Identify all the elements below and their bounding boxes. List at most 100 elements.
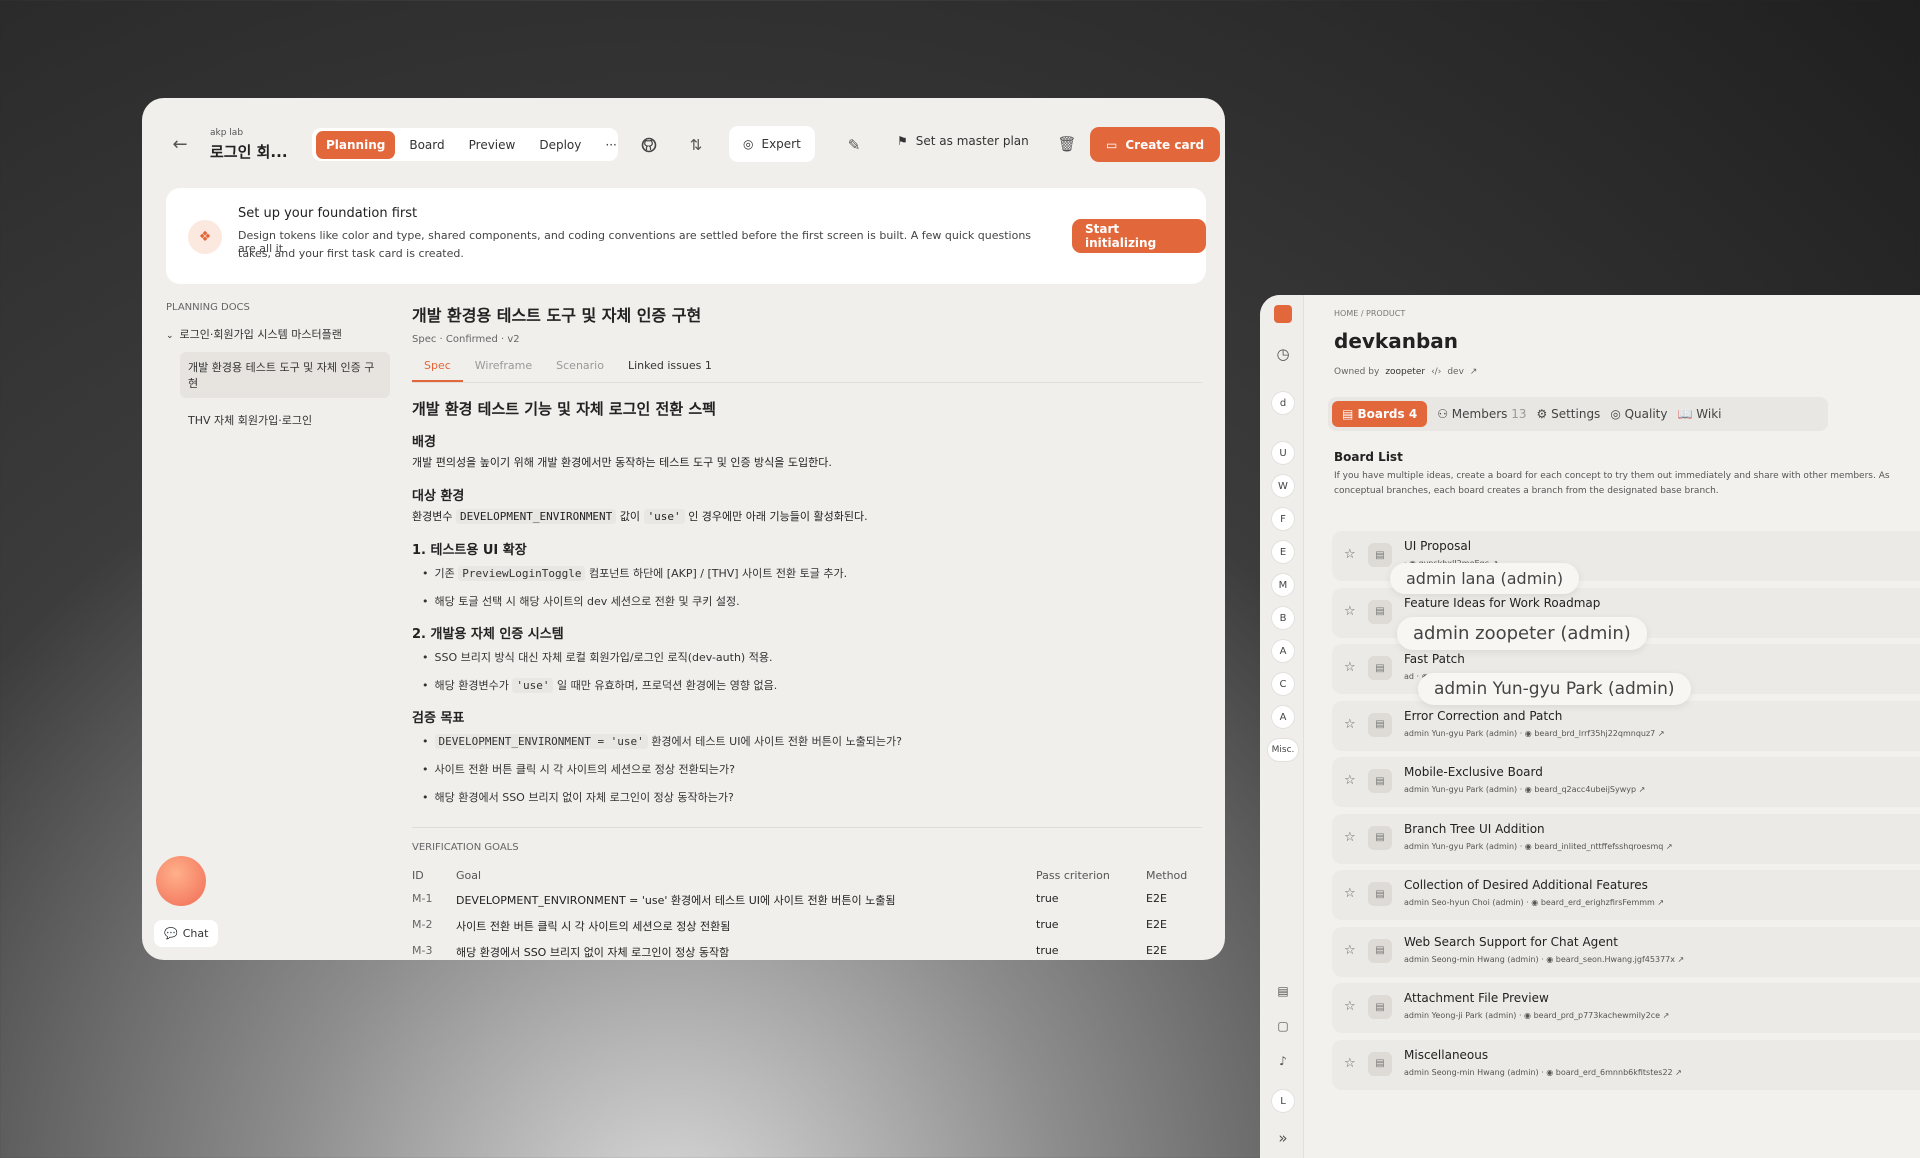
planning-docs-list: PLANNING DOCS ⌄ 로그인·회원가입 시스템 마스터플랜 개발 환경용… — [166, 302, 390, 428]
board-name: UI Proposal — [1404, 539, 1472, 553]
chat-icon: 💬 — [164, 927, 178, 940]
tab-wiki[interactable]: 📖 Wiki — [1678, 407, 1722, 421]
workspace-avatar[interactable]: Misc. — [1268, 739, 1298, 761]
list-item: 기존 PreviewLoginToggle 컴포넌트 하단에 [AKP] / [… — [422, 565, 1202, 581]
board-meta: admin Yeong-ji Park (admin) · ◉ beard_pr… — [1404, 1011, 1670, 1020]
table-row: M-2 사이트 전환 버튼 클릭 시 각 사이트의 세션으로 정상 전환됨 true… — [412, 918, 1167, 933]
inbox-icon[interactable]: ▤ — [1272, 980, 1294, 1002]
list-item: 해당 토글 선택 시 해당 사이트의 dev 세션으로 전환 및 쿠키 설정. — [422, 593, 1202, 609]
doc-parent[interactable]: ⌄ 로그인·회원가입 시스템 마스터플랜 — [166, 326, 386, 342]
workspace-avatar[interactable]: A — [1272, 640, 1294, 662]
star-icon[interactable]: ☆ — [1344, 717, 1356, 732]
trash-icon[interactable]: 🗑 — [1056, 133, 1078, 155]
doc-icon: ▤ — [1368, 825, 1392, 850]
table-row: M-3 해당 환경에서 SSO 브리지 없이 자체 로그인이 정상 동작함 true… — [412, 944, 1167, 959]
tab-members[interactable]: ⚇ Members 13 — [1437, 407, 1526, 421]
banner-text-2: takes, and your first task card is creat… — [238, 247, 464, 260]
table-header: ID Goal Pass criterion Method — [412, 869, 1188, 882]
doc-item-active[interactable]: 개발 환경용 테스트 도구 및 자체 인증 구현 — [180, 352, 390, 398]
owner-line: Owned by zoopeter ‹/› dev ↗ — [1334, 367, 1478, 377]
star-icon[interactable]: ☆ — [1344, 1056, 1356, 1071]
section-background: 배경 — [412, 435, 436, 450]
board-list-desc-2: conceptual branches, each board creates … — [1334, 486, 1719, 496]
workspace-label: akp lab — [210, 128, 244, 138]
star-icon[interactable]: ☆ — [1344, 943, 1356, 958]
start-initializing-button[interactable]: Start initializing — [1072, 219, 1206, 253]
doc-icon: ▤ — [1368, 712, 1392, 737]
board-row[interactable]: ☆ ▤ Mobile-Exclusive Board admin Yun-gyu Pa… — [1332, 757, 1920, 807]
workspace-avatar[interactable]: M — [1272, 574, 1294, 596]
star-icon[interactable]: ☆ — [1344, 547, 1356, 562]
tab-boards[interactable]: ▤ Boards 4 — [1332, 401, 1428, 427]
board-row[interactable]: ☆ ▤ Web Search Support for Chat Agent admin… — [1332, 926, 1920, 977]
message-icon[interactable]: ▢ — [1272, 1015, 1294, 1037]
board-row[interactable]: ☆ ▤ Branch Tree UI Addition admin Yun-gyu P… — [1332, 813, 1920, 864]
doc-icon: ▤ — [1368, 1051, 1392, 1076]
star-icon[interactable]: ☆ — [1344, 773, 1356, 788]
tab-scenario[interactable]: Scenario — [544, 359, 616, 382]
project-title: 로그인 회... — [210, 143, 288, 161]
board-list-desc-1: If you have multiple ideas, create a boa… — [1334, 471, 1890, 481]
star-icon[interactable]: ☆ — [1344, 660, 1356, 675]
more-menu[interactable]: ··· — [595, 131, 626, 159]
star-icon[interactable]: ☆ — [1344, 886, 1356, 901]
github-icon[interactable] — [637, 133, 661, 157]
tab-linked-issues[interactable]: Linked issues 1 — [616, 359, 724, 382]
spec-tabs: Spec Wireframe Scenario Linked issues 1 — [412, 359, 1202, 383]
tab-planning[interactable]: Planning — [316, 130, 396, 159]
doc-icon: ▤ — [1368, 882, 1392, 906]
external-link-icon[interactable]: ↗ — [1470, 367, 1478, 377]
member-tooltip: admin Yun-gyu Park (admin) — [1418, 673, 1691, 705]
section-goals: 검증 목표 — [412, 711, 465, 726]
workspace-avatar[interactable]: B — [1272, 607, 1294, 629]
board-name: Feature Ideas for Work Roadmap — [1404, 595, 1601, 610]
user-avatar[interactable]: L — [1272, 1090, 1294, 1112]
sync-icon[interactable]: ⇅ — [684, 133, 708, 157]
board-row[interactable]: ☆ ▤ Error Correction and Patch admin Yun-gy… — [1332, 700, 1920, 751]
star-icon[interactable]: ☆ — [1344, 999, 1356, 1014]
tab-preview[interactable]: Preview — [459, 131, 526, 159]
board-name: Error Correction and Patch — [1404, 708, 1563, 723]
clock-icon[interactable]: ◷ — [1272, 343, 1294, 365]
star-icon[interactable]: ☆ — [1344, 604, 1356, 619]
verification-goals: VERIFICATION GOALS ID Goal Pass criterion M… — [412, 827, 1202, 960]
star-icon[interactable]: ☆ — [1344, 830, 1356, 845]
tab-deploy[interactable]: Deploy — [529, 131, 591, 159]
workspace-avatar[interactable]: C — [1272, 673, 1294, 695]
workspace-avatar[interactable]: F — [1272, 508, 1294, 530]
board-name: Fast Patch — [1404, 652, 1465, 666]
workspace-avatar[interactable]: E — [1272, 541, 1294, 563]
tab-settings[interactable]: ⚙ Settings — [1537, 407, 1601, 421]
verification-goals-header: VERIFICATION GOALS — [412, 842, 519, 853]
edit-icon[interactable]: ✎ — [842, 133, 866, 157]
board-meta: admin Yun-gyu Park (admin) · ◉ beard_inl… — [1404, 841, 1673, 851]
tab-spec[interactable]: Spec — [412, 359, 463, 382]
board-row[interactable]: ☆ ▤ Miscellaneous admin Seong-min Hwang (ad… — [1332, 1039, 1920, 1090]
page-title: devkanban — [1334, 329, 1459, 353]
workspace-avatar[interactable]: d — [1272, 392, 1294, 414]
expert-button[interactable]: ◎ Expert — [729, 126, 815, 162]
list-item: DEVELOPMENT_ENVIRONMENT = 'use' 환경에서 테스트… — [422, 733, 1202, 749]
board-row[interactable]: ☆ ▤ Collection of Desired Additional Featu… — [1332, 870, 1920, 920]
chat-button[interactable]: 💬 Chat — [154, 920, 219, 947]
expand-icon[interactable]: » — [1272, 1127, 1294, 1149]
app-logo-icon[interactable] — [1274, 305, 1292, 323]
section-dev-auth: 2. 개발용 자체 인증 시스템 — [412, 627, 564, 642]
doc-item[interactable]: THV 자체 회원가입·로그인 — [188, 412, 386, 428]
back-arrow-icon[interactable]: ← — [168, 132, 192, 156]
workspace-avatar[interactable]: A — [1272, 706, 1294, 728]
table-row: M-1 DEVELOPMENT_ENVIRONMENT = 'use' 환경에서 … — [412, 892, 1167, 907]
section-target-env: 대상 환경 — [412, 489, 465, 504]
doc-icon: ▤ — [1368, 938, 1392, 963]
workspace-avatar[interactable]: U — [1272, 442, 1294, 464]
tab-board[interactable]: Board — [399, 131, 454, 159]
bell-icon[interactable]: ♪ — [1272, 1050, 1294, 1072]
tab-wireframe[interactable]: Wireframe — [463, 359, 544, 382]
board-row[interactable]: ☆ ▤ Attachment File Preview admin Yeong-ji … — [1332, 983, 1920, 1033]
set-master-plan-button[interactable]: ⚑ Set as master plan — [897, 134, 1029, 148]
create-card-button[interactable]: ▭ Create card — [1090, 127, 1221, 162]
tab-quality[interactable]: ◎ Quality — [1610, 407, 1667, 421]
card-icon: ▭ — [1106, 137, 1118, 152]
assistant-avatar[interactable] — [156, 856, 206, 906]
workspace-avatar[interactable]: W — [1272, 475, 1294, 497]
